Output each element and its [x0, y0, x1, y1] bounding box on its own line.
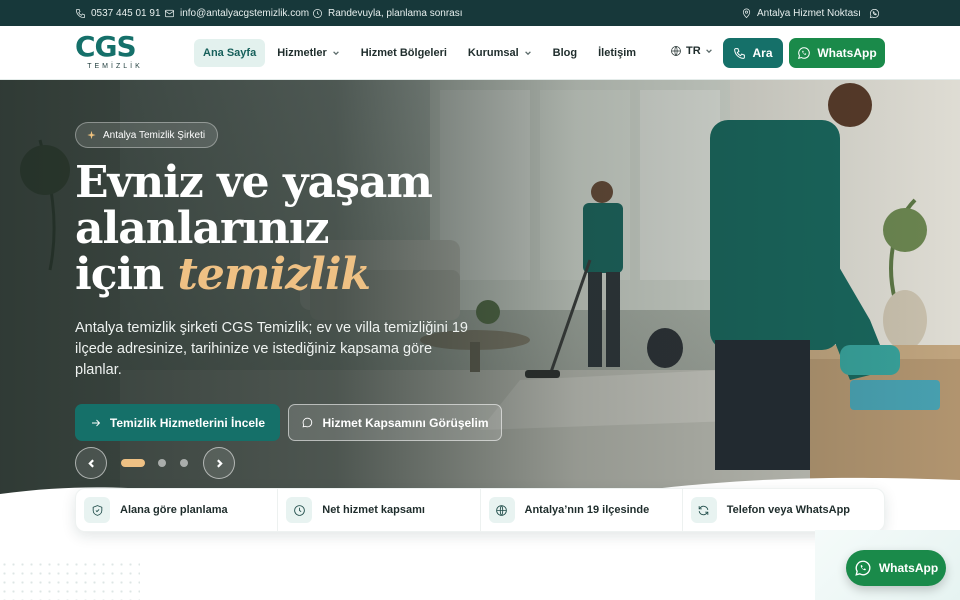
slider-prev-button[interactable] — [75, 447, 107, 479]
feature-label: Net hizmet kapsamı — [322, 504, 425, 516]
discuss-scope-label: Hizmet Kapsamını Görüşelim — [322, 415, 489, 430]
headline-line-1: Evniz ve yaşam — [75, 157, 433, 208]
hero-headline: Evniz ve yaşam alanlarınız için temizlik — [75, 160, 495, 298]
discuss-scope-button[interactable]: Hizmet Kapsamını Görüşelim — [288, 404, 502, 441]
arrow-right-icon — [91, 419, 101, 426]
slider-dot-2[interactable] — [158, 459, 166, 467]
headline-line-2: alanlarınız — [75, 203, 330, 254]
feature-label: Antalya’nın 19 ilçesinde — [524, 504, 650, 516]
dot-pattern-decoration — [0, 560, 140, 600]
refresh-icon — [698, 505, 709, 515]
headline-accent: temizlik — [177, 249, 371, 300]
globe-icon — [496, 504, 507, 516]
hero-badge: Antalya Temizlik Şirketi — [75, 122, 219, 148]
feature-icon-wrap — [488, 497, 515, 523]
chat-bubble-icon — [303, 417, 313, 428]
headline-line-3-prefix: için — [75, 249, 164, 300]
feature-item: Net hizmet kapsamı — [278, 489, 481, 531]
shield-icon — [92, 504, 102, 516]
feature-bar: Alana göre planlama Net hizmet kapsamı A… — [75, 488, 885, 532]
floating-whatsapp-label: WhatsApp — [878, 561, 939, 575]
view-services-label: Temizlik Hizmetlerini İncele — [109, 415, 266, 430]
hero-lead-text: Antalya temizlik şirketi CGS Temizlik; e… — [75, 320, 468, 378]
slider-dot-3[interactable] — [180, 459, 188, 467]
hero-badge-text: Antalya Temizlik Şirketi — [103, 129, 206, 141]
feature-icon-wrap — [690, 497, 717, 523]
view-services-button[interactable]: Temizlik Hizmetlerini İncele — [75, 404, 280, 441]
feature-icon-wrap — [84, 497, 110, 523]
whatsapp-icon — [855, 560, 871, 576]
slider-next-button[interactable] — [203, 447, 235, 479]
chevron-right-icon — [216, 458, 223, 468]
feature-item: Antalya’nın 19 ilçesinde — [481, 489, 683, 531]
chevron-left-icon — [87, 458, 94, 468]
feature-label: Alana göre planlama — [120, 504, 228, 516]
clock-icon — [293, 504, 305, 516]
feature-label: Telefon veya WhatsApp — [726, 504, 851, 516]
sparkle-icon — [87, 130, 96, 139]
feature-item: Telefon veya WhatsApp — [683, 489, 884, 531]
floating-whatsapp-button[interactable]: WhatsApp — [846, 550, 946, 586]
feature-icon-wrap — [286, 497, 313, 523]
feature-item: Alana göre planlama — [76, 489, 279, 531]
slider-dot-1[interactable] — [121, 459, 145, 467]
